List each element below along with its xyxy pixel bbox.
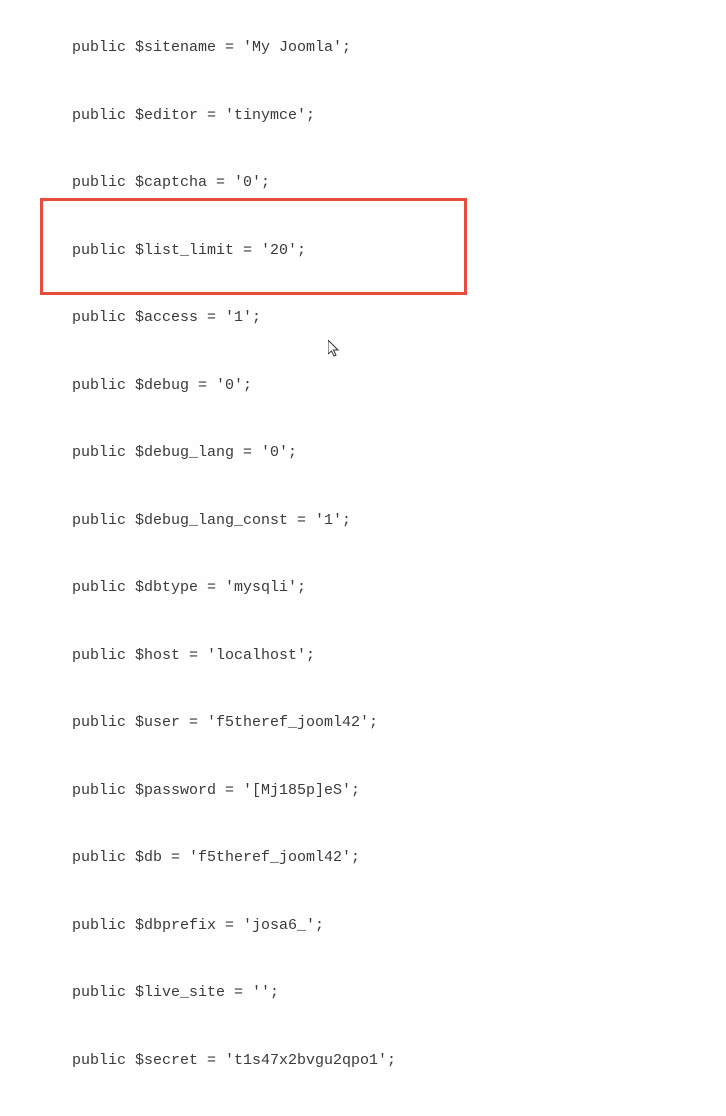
code-line: public $dbprefix = 'josa6_'; xyxy=(0,915,726,938)
code-line: public $host = 'localhost'; xyxy=(0,645,726,668)
code-line: public $sitename = 'My Joomla'; xyxy=(0,37,726,60)
code-line: public $debug_lang = '0'; xyxy=(0,442,726,465)
code-line: public $debug_lang_const = '1'; xyxy=(0,510,726,533)
code-line: public $editor = 'tinymce'; xyxy=(0,105,726,128)
code-line: public $debug = '0'; xyxy=(0,375,726,398)
code-line: public $live_site = ''; xyxy=(0,982,726,1005)
code-line: public $secret = 't1s47x2bvgu2qpo1'; xyxy=(0,1050,726,1073)
code-line: public $password = '[Mj185p]eS'; xyxy=(0,780,726,803)
code-line: public $dbtype = 'mysqli'; xyxy=(0,577,726,600)
code-line: public $db = 'f5theref_jooml42'; xyxy=(0,847,726,870)
code-block: public $sitename = 'My Joomla'; public $… xyxy=(0,0,726,1116)
code-line: public $access = '1'; xyxy=(0,307,726,330)
code-line: public $captcha = '0'; xyxy=(0,172,726,195)
code-line: public $user = 'f5theref_jooml42'; xyxy=(0,712,726,735)
code-line: public $list_limit = '20'; xyxy=(0,240,726,263)
